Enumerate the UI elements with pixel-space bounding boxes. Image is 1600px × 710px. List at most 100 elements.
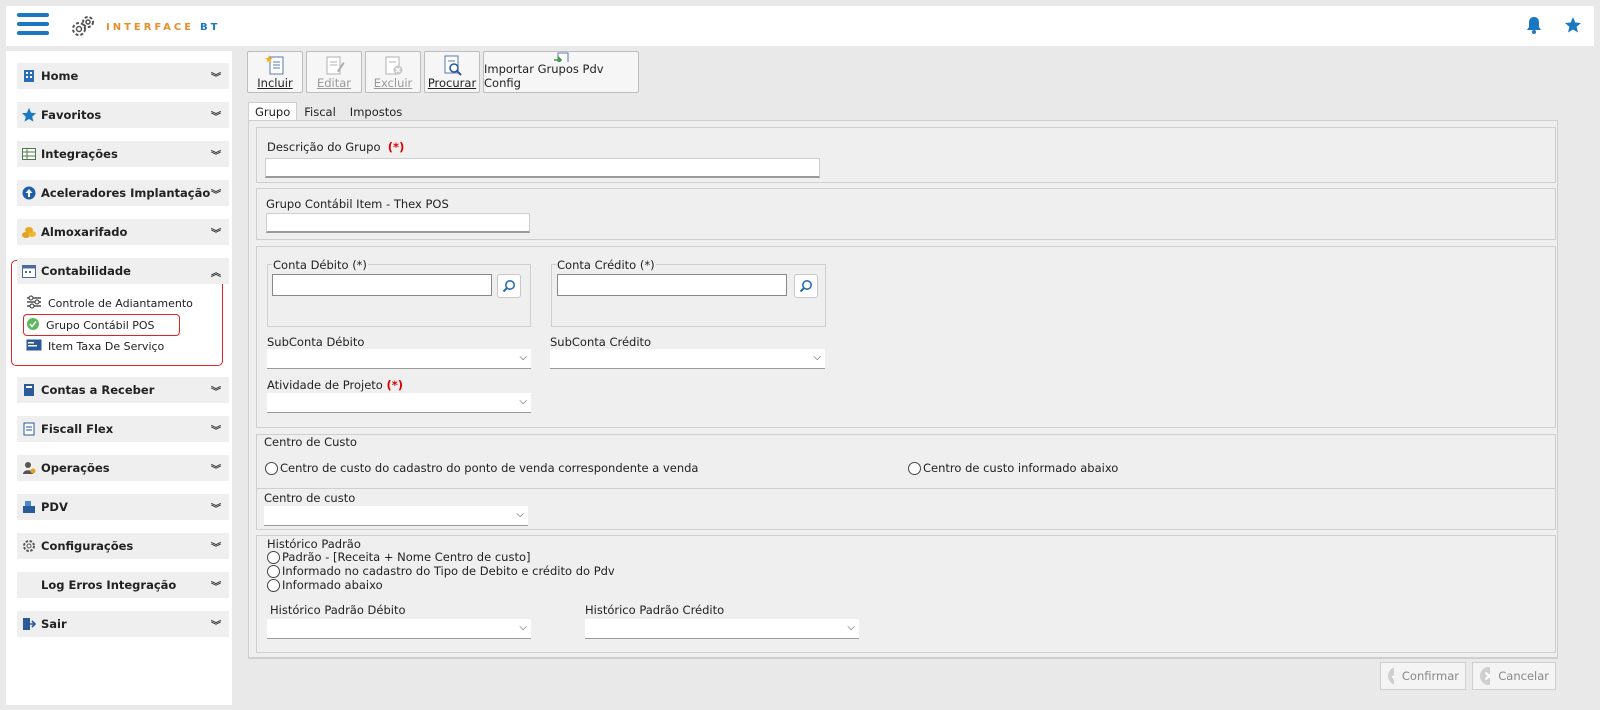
radio-unchecked [908,461,921,475]
cancelar-button[interactable]: Cancelar [1472,662,1556,690]
incluir-button[interactable]: Incluir [247,51,303,93]
chevron-down-icon: ︾ [211,581,221,593]
log-icon [21,577,37,593]
sidebar-item-pdv[interactable]: PDV ︾ [17,494,229,520]
importar-grupos-button[interactable]: Importar Grupos Pdv Config [483,51,639,93]
chevron-down-icon: ︾ [211,111,221,123]
subconta-debito-select[interactable]: ⌵ [267,349,531,369]
radio-unchecked [267,550,280,564]
sidebar-item-almoxarifado[interactable]: Almoxarifado ︾ [17,219,229,245]
star-icon [21,107,37,123]
new-document-icon [265,55,284,75]
chevron-down-icon: ︾ [211,503,221,515]
top-bar: INTERFACE BT [6,6,1594,46]
arrow-up-circle-icon [21,185,37,201]
star-icon[interactable] [1564,16,1582,34]
radio-unchecked [265,461,278,475]
conta-credito-search-button[interactable] [794,274,818,298]
submenu-grupo-contabil-pos[interactable]: Grupo Contábil POS [26,316,155,334]
conta-debito-input[interactable] [272,274,492,296]
hist-debito-select[interactable]: ⌵ [267,619,531,639]
sidebar-item-label: Fiscall Flex [41,422,114,436]
chevron-down-icon: ⌵ [847,622,855,633]
procurar-button[interactable]: Procurar [424,51,480,93]
sidebar-item-log-erros[interactable]: Log Erros Integração ︾ [17,572,229,598]
atividade-select[interactable]: ⌵ [267,393,531,413]
hist-option-padrao[interactable]: Padrão - [Receita + Nome Centro de custo… [267,550,530,564]
sidebar-item-integracoes[interactable]: Integrações ︾ [17,141,229,167]
user-gear-icon [21,460,37,476]
bell-icon[interactable] [1526,16,1542,34]
sidebar-item-aceleradores[interactable]: Aceleradores Implantação ︾ [17,180,229,206]
grupo-tab-panel: Descrição do Grupo (*) Grupo Contábil It… [248,120,1558,659]
cancelar-label: Cancelar [1498,669,1549,683]
hist-option-cadastro[interactable]: Informado no cadastro do Tipo de Debito … [267,564,615,578]
grupo-contabil-input[interactable] [266,213,530,233]
tab-grupo[interactable]: Grupo [248,102,298,121]
radio-unchecked [267,564,280,578]
submenu-label: Item Taxa De Serviço [48,339,165,353]
tab-fiscal[interactable]: Fiscal [297,102,343,121]
descricao-input[interactable] [265,158,820,178]
document-icon [21,421,37,437]
confirmar-label: Confirmar [1401,669,1459,683]
sidebar-item-favoritos[interactable]: Favoritos ︾ [17,102,229,128]
edit-document-icon [326,56,345,75]
tab-bar: Grupo Fiscal Impostos [248,102,409,121]
table-icon [21,146,37,162]
editar-button[interactable]: Editar [306,51,362,93]
coins-icon [21,224,37,240]
receipt-icon [26,339,42,354]
exit-icon [21,616,37,632]
sidebar-item-label: Sair [41,617,67,631]
cc-option-ponto-venda[interactable]: Centro de custo do cadastro do ponto de … [265,461,698,475]
excluir-button[interactable]: Excluir [365,51,421,93]
centro-custo-select[interactable]: ⌵ [264,506,528,526]
incluir-label: Incluir [257,76,293,90]
chevron-down-icon: ︾ [211,189,221,201]
atividade-label: Atividade de Projeto (*) [267,378,404,392]
chevron-down-icon: ︾ [211,150,221,162]
chevron-down-icon: ⌵ [519,396,527,407]
sidebar-item-contas-receber[interactable]: Contas a Receber ︾ [17,377,229,403]
sidebar-item-label: Configurações [41,539,134,553]
conta-debito-search-button[interactable] [497,274,521,298]
submenu-item-taxa-servico[interactable]: Item Taxa De Serviço [26,337,164,355]
building-icon [21,68,37,84]
submenu-controle-adiantamento[interactable]: Controle de Adiantamento [26,294,193,312]
hamburger-menu-icon[interactable] [17,13,49,39]
conta-credito-input[interactable] [557,274,787,296]
sidebar-item-label: Contabilidade [41,264,131,278]
sidebar-item-label: Almoxarifado [41,225,128,239]
search-document-icon [444,55,462,76]
confirmar-button[interactable]: Confirmar [1380,662,1466,690]
subconta-debito-label: SubConta Débito [267,335,365,349]
hist-credito-select[interactable]: ⌵ [585,619,859,639]
app-logo: INTERFACE BT [70,14,221,40]
sidebar-item-operacoes[interactable]: Operações ︾ [17,455,229,481]
check-circle-icon [1388,667,1394,685]
grupo-contabil-label: Grupo Contábil Item - Thex POS [266,197,449,211]
sliders-icon [26,295,42,312]
chevron-down-icon: ⌵ [519,352,527,363]
tab-impostos[interactable]: Impostos [343,102,409,121]
subconta-credito-select[interactable]: ⌵ [550,349,825,369]
excluir-label: Excluir [373,76,413,90]
conta-debito-label: Conta Débito (*) [272,258,368,272]
chevron-down-icon: ︾ [211,542,221,554]
check-circle-icon [26,317,40,334]
cc-option-informado[interactable]: Centro de custo informado abaixo [908,461,1118,475]
sidebar-item-home[interactable]: Home ︾ [17,63,229,89]
chevron-down-icon: ︾ [211,620,221,632]
sidebar-item-sair[interactable]: Sair ︾ [17,611,229,637]
sidebar-item-label: Operações [41,461,110,475]
search-icon [502,280,515,293]
importar-label: Importar Grupos Pdv Config [484,62,604,90]
sidebar-item-fiscall-flex[interactable]: Fiscall Flex ︾ [17,416,229,442]
sidebar-item-contabilidade[interactable]: Contabilidade ︽ [17,258,229,284]
cash-register-icon [21,499,37,515]
import-icon [554,52,569,62]
hist-option-informado[interactable]: Informado abaixo [267,578,383,592]
centro-custo-label: Centro de custo [264,491,356,505]
sidebar-item-configuracoes[interactable]: Configurações ︾ [17,533,229,559]
